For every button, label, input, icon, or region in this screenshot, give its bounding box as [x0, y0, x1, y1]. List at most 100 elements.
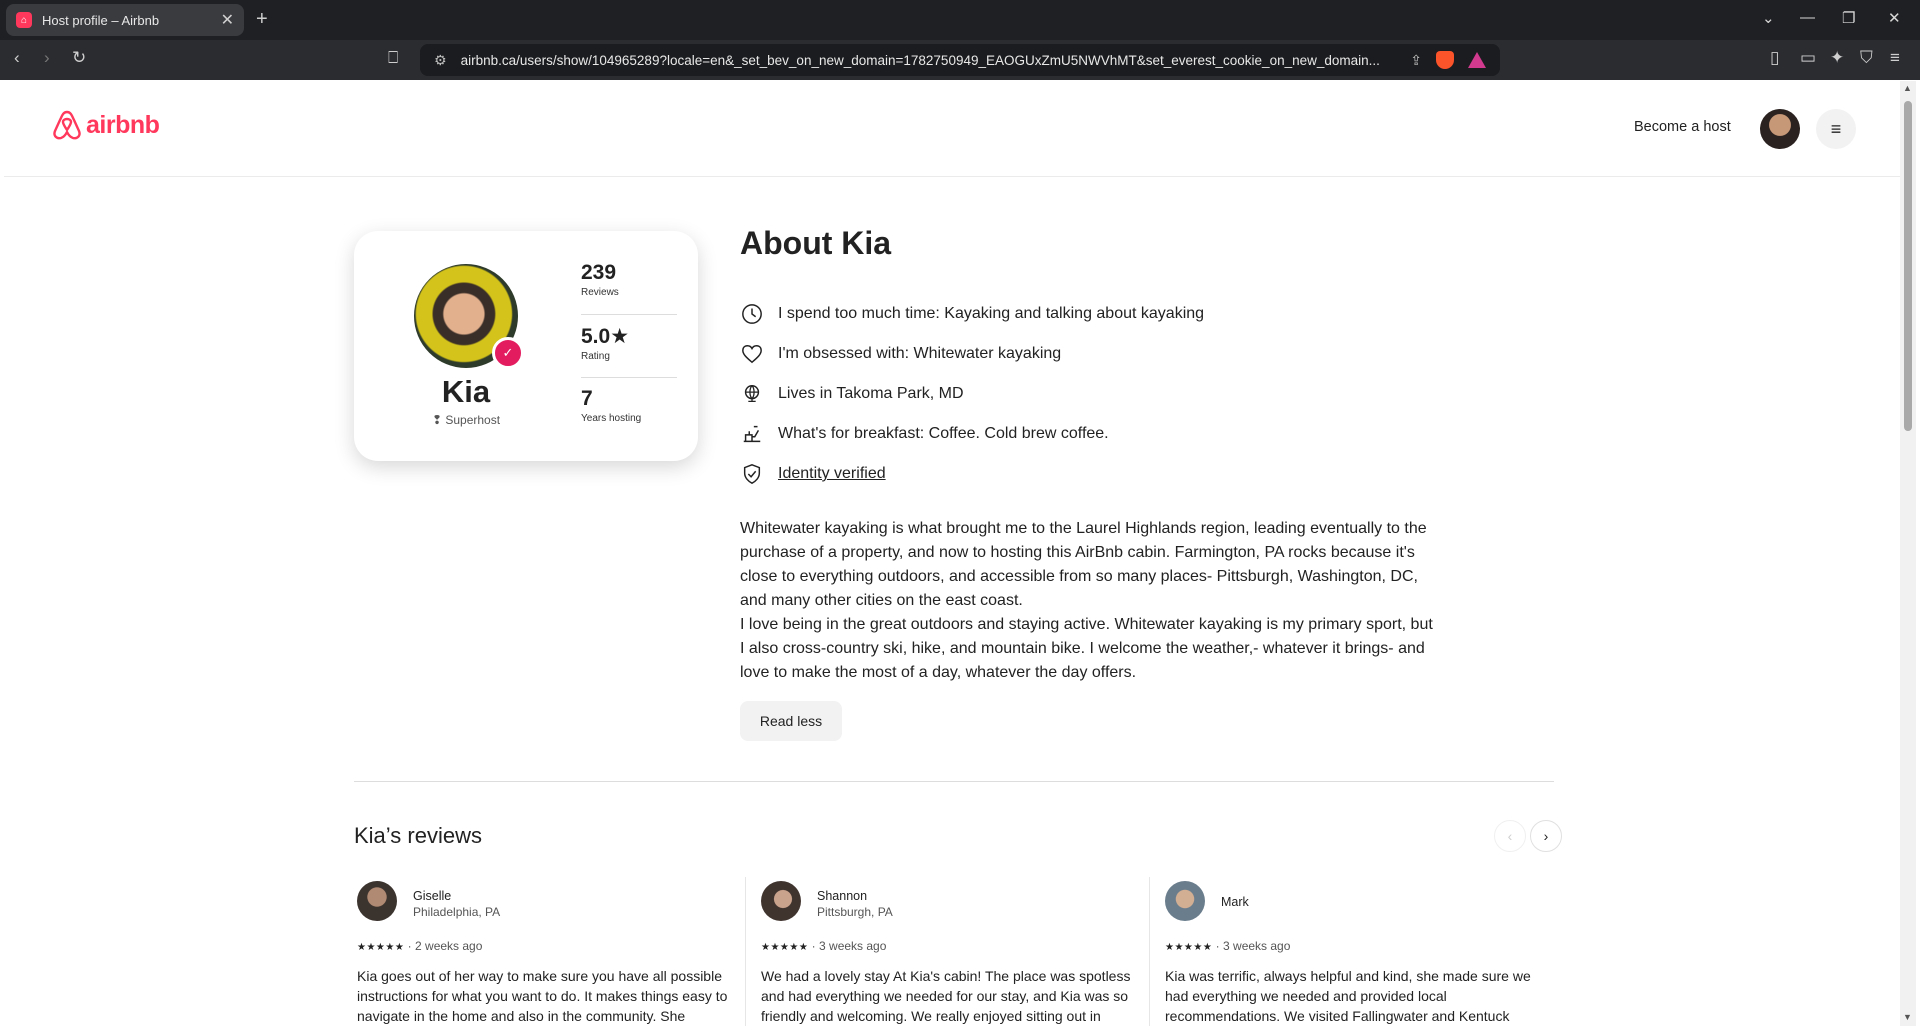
- chevron-left-icon: ‹: [1507, 828, 1513, 844]
- bio-paragraph: Whitewater kayaking is what brought me t…: [740, 520, 1427, 609]
- new-tab-icon[interactable]: +: [256, 8, 268, 31]
- reviewer-avatar[interactable]: [1165, 881, 1205, 921]
- airbnb-favicon-icon: ⌂: [16, 12, 32, 28]
- airbnb-logo[interactable]: airbnb: [52, 109, 160, 141]
- user-avatar[interactable]: [1760, 109, 1800, 149]
- tab-title: Host profile – Airbnb: [42, 12, 160, 28]
- review-text: We had a lovely stay At Kia's cabin! The…: [761, 968, 1131, 1024]
- browser-tab-strip: ⌂ Host profile – Airbnb ✕ + ⌄ — ❐ ✕: [0, 0, 1920, 40]
- scroll-up-icon[interactable]: ▲: [1903, 83, 1912, 93]
- stat-label: Rating: [581, 351, 610, 362]
- browser-tab[interactable]: ⌂ Host profile – Airbnb ✕: [6, 4, 244, 36]
- main-menu-button[interactable]: ≡: [1816, 109, 1856, 149]
- reviews-next-button[interactable]: ›: [1530, 820, 1562, 852]
- reviews-prev-button[interactable]: ‹: [1494, 820, 1526, 852]
- review-separator: [745, 877, 746, 1026]
- rating-stars-icon: ★★★★★: [1165, 942, 1213, 953]
- reload-icon[interactable]: ↻: [72, 48, 86, 68]
- stat-label: Years hosting: [581, 413, 642, 424]
- stat-divider: [581, 377, 677, 378]
- bio-paragraph: I love being in the great outdoors and s…: [740, 616, 1433, 681]
- stat-label: Reviews: [581, 287, 619, 298]
- clock-icon: [740, 302, 764, 326]
- reviewer-avatar[interactable]: [357, 881, 397, 921]
- about-facts-list: I spend too much time: Kayaking and talk…: [740, 294, 1204, 494]
- stat-reviews: 239 Reviews: [581, 261, 677, 298]
- hamburger-icon: ≡: [1830, 118, 1842, 139]
- reviews-title: Kia’s reviews: [354, 823, 482, 848]
- fact-obsessed: I'm obsessed with: Whitewater kayaking: [740, 334, 1204, 374]
- scrollbar-thumb[interactable]: [1904, 101, 1912, 431]
- address-bar[interactable]: ⚙ airbnb.ca/users/show/104965289?locale=…: [420, 44, 1500, 76]
- stat-rating: 5.0★ Rating: [581, 324, 677, 362]
- stat-value: 239: [581, 261, 617, 284]
- fact-identity: Identity verified: [740, 454, 1204, 494]
- chevron-right-icon: ›: [1543, 828, 1549, 844]
- review-meta: ★★★★★ · 3 weeks ago: [761, 939, 887, 953]
- stat-value: 5.0★: [581, 325, 630, 348]
- superhost-medal-icon: ❢: [431, 413, 442, 427]
- url-text[interactable]: airbnb.ca/users/show/104965289?locale=en…: [461, 53, 1397, 68]
- reviewer-location: Philadelphia, PA: [413, 905, 501, 919]
- close-tab-icon[interactable]: ✕: [221, 10, 234, 30]
- fact-text: What's for breakfast: Coffee. Cold brew …: [778, 425, 1109, 442]
- scroll-down-icon[interactable]: ▼: [1903, 1012, 1912, 1022]
- review-date: 3 weeks ago: [819, 939, 887, 953]
- brave-shields-icon[interactable]: [1436, 51, 1454, 69]
- profile-card: ✓ Kia ❢ Superhost 239 Reviews 5.0★ Ratin…: [354, 231, 698, 461]
- reviewer-location: Pittsburgh, PA: [817, 905, 893, 919]
- heart-icon: [740, 342, 764, 366]
- verified-shield-icon: ✓: [492, 337, 524, 369]
- browser-toolbar: ‹ › ↻ ⎕ ⚙ airbnb.ca/users/show/104965289…: [0, 40, 1920, 80]
- section-divider: [354, 781, 1554, 782]
- site-header: airbnb Become a host ≡: [4, 81, 1900, 177]
- host-name: Kia: [441, 374, 491, 409]
- review-meta: ★★★★★ · 3 weeks ago: [1165, 939, 1291, 953]
- leo-ai-icon[interactable]: ✦: [1830, 48, 1844, 68]
- globe-icon: [740, 382, 764, 406]
- reviewer-name: Giselle: [413, 889, 452, 903]
- logo-wordmark: airbnb: [86, 110, 160, 139]
- host-bio: Whitewater kayaking is what brought me t…: [740, 517, 1440, 685]
- forward-icon[interactable]: ›: [44, 48, 50, 68]
- become-host-link[interactable]: Become a host: [1634, 119, 1731, 135]
- stat-value: 7: [581, 387, 593, 410]
- wallet-icon[interactable]: ▭: [1800, 48, 1816, 68]
- review-date: 3 weeks ago: [1223, 939, 1291, 953]
- back-icon[interactable]: ‹: [14, 48, 20, 68]
- review-meta: ★★★★★ · 2 weeks ago: [357, 939, 483, 953]
- bookmark-icon[interactable]: ⎕: [388, 48, 398, 68]
- superhost-badge: ❢ Superhost: [431, 413, 501, 427]
- minimize-icon[interactable]: —: [1800, 9, 1815, 26]
- page-viewport: airbnb Become a host ≡ ✓ Kia ❢ Superhost…: [4, 81, 1900, 1026]
- vpn-icon[interactable]: ⛉: [1860, 48, 1873, 68]
- fact-location: Lives in Takoma Park, MD: [740, 374, 1204, 414]
- review-text: Kia was terrific, always helpful and kin…: [1165, 968, 1531, 1024]
- page-scrollbar[interactable]: ▲ ▼: [1900, 81, 1916, 1026]
- shield-check-icon: [740, 462, 764, 486]
- review-text: Kia goes out of her way to make sure you…: [357, 968, 728, 1024]
- brave-rewards-icon[interactable]: [1468, 52, 1486, 68]
- reviewer-avatar[interactable]: [761, 881, 801, 921]
- reviewer-name: Shannon: [817, 889, 868, 903]
- tab-search-icon[interactable]: ⌄: [1762, 9, 1775, 27]
- close-window-icon[interactable]: ✕: [1888, 9, 1901, 27]
- identity-verified-link[interactable]: Identity verified: [778, 465, 886, 483]
- review-separator: [1149, 877, 1150, 1026]
- browser-menu-icon[interactable]: ≡: [1890, 48, 1900, 68]
- review-date: 2 weeks ago: [415, 939, 483, 953]
- stat-years-hosting: 7 Years hosting: [581, 387, 677, 424]
- fact-time: I spend too much time: Kayaking and talk…: [740, 294, 1204, 334]
- site-settings-icon[interactable]: ⚙: [434, 52, 447, 69]
- share-icon[interactable]: ⇪: [1410, 52, 1422, 69]
- sidebar-icon[interactable]: ▯: [1770, 48, 1779, 68]
- reviewer-name: Mark: [1221, 895, 1249, 909]
- read-less-button[interactable]: Read less: [740, 701, 842, 741]
- restore-icon[interactable]: ❐: [1842, 9, 1855, 27]
- about-title: About Kia: [740, 225, 892, 261]
- stat-divider: [581, 314, 677, 315]
- rating-stars-icon: ★★★★★: [357, 942, 405, 953]
- fact-text: Lives in Takoma Park, MD: [778, 385, 964, 402]
- fact-text: I'm obsessed with: Whitewater kayaking: [778, 345, 1062, 362]
- rating-stars-icon: ★★★★★: [761, 942, 809, 953]
